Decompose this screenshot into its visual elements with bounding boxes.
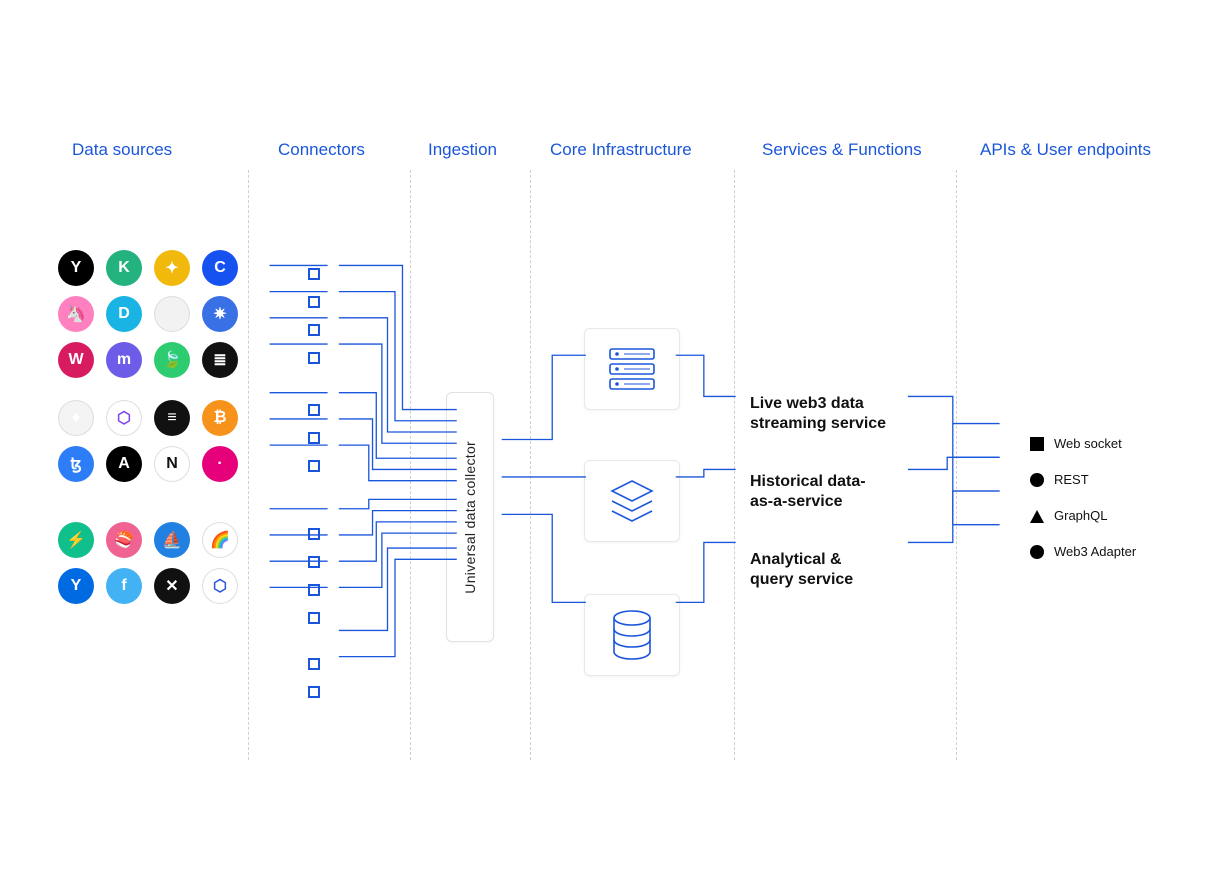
- connector-cluster-2: [308, 404, 320, 472]
- api-websocket: Web socket: [1030, 436, 1122, 451]
- circle-icon: [1030, 545, 1044, 559]
- square-icon: [1030, 437, 1044, 451]
- connector-node: [308, 658, 320, 670]
- source-opensea-icon: ⛵: [154, 522, 190, 558]
- architecture-diagram: Data sources Connectors Ingestion Core I…: [50, 140, 1178, 739]
- connector-node: [308, 686, 320, 698]
- source-group-3: ⚡ 🍣 ⛵ 🌈 Yf ✕ ⬡: [58, 522, 238, 604]
- core-layers: [584, 460, 680, 542]
- api-label: Web socket: [1054, 436, 1122, 451]
- ingestion-label: Universal data collector: [462, 441, 478, 594]
- source-near-icon: N: [154, 446, 190, 482]
- source-kucoin-icon: K: [106, 250, 142, 286]
- connector-node: [308, 296, 320, 308]
- source-uniswap-icon: 🦄: [58, 296, 94, 332]
- connector-node: [308, 352, 320, 364]
- api-label: GraphQL: [1054, 508, 1107, 523]
- divider: [248, 170, 249, 760]
- col-header-ingestion: Ingestion: [428, 140, 497, 160]
- col-header-apis: APIs & User endpoints: [980, 140, 1151, 160]
- divider: [530, 170, 531, 760]
- col-header-connectors: Connectors: [278, 140, 365, 160]
- source-algorand-icon: A: [106, 446, 142, 482]
- service-analytical: Analytical & query service: [750, 550, 853, 590]
- source-solana-icon: ≡: [154, 400, 190, 436]
- servers-icon: [606, 345, 658, 393]
- source-westpac-icon: W: [58, 342, 94, 378]
- col-header-services: Services & Functions: [762, 140, 922, 160]
- source-rainbow-icon: 🌈: [202, 522, 238, 558]
- source-coinbase-icon: C: [202, 250, 238, 286]
- service-historical: Historical data- as-a-service: [750, 472, 866, 512]
- connector-cluster-4: [308, 658, 320, 698]
- circle-icon: [1030, 473, 1044, 487]
- core-servers: [584, 328, 680, 410]
- connector-cluster-3: [308, 528, 320, 624]
- api-rest: REST: [1030, 472, 1089, 487]
- connector-node: [308, 324, 320, 336]
- source-dash-icon: D: [106, 296, 142, 332]
- connector-node: [308, 404, 320, 416]
- api-graphql: GraphQL: [1030, 508, 1107, 523]
- source-bitcoin-icon: ₿: [202, 400, 238, 436]
- connector-node: [308, 556, 320, 568]
- api-web3adapter: Web3 Adapter: [1030, 544, 1136, 559]
- core-database: [584, 594, 680, 676]
- api-label: REST: [1054, 472, 1089, 487]
- source-sushiswap-icon: 🍣: [106, 522, 142, 558]
- connector-node: [308, 460, 320, 472]
- source-leaf-icon: 🍃: [154, 342, 190, 378]
- source-binance-icon: ✦: [154, 250, 190, 286]
- service-streaming: Live web3 data streaming service: [750, 394, 886, 434]
- divider: [956, 170, 957, 760]
- api-label: Web3 Adapter: [1054, 544, 1136, 559]
- connector-node: [308, 268, 320, 280]
- source-chainlink-icon: ⬡: [202, 568, 238, 604]
- source-cosmos-icon: ✷: [202, 296, 238, 332]
- source-huobi-icon: [154, 296, 190, 332]
- connector-cluster-1: [308, 268, 320, 364]
- source-filecoin-icon: f: [106, 568, 142, 604]
- source-yearn-icon: Y: [58, 568, 94, 604]
- connector-node: [308, 432, 320, 444]
- divider: [410, 170, 411, 760]
- layers-icon: [606, 475, 658, 527]
- source-xyo-icon: Y: [58, 250, 94, 286]
- source-ripple-icon: ✕: [154, 568, 190, 604]
- ingestion-box: Universal data collector: [446, 392, 494, 642]
- connector-node: [308, 612, 320, 624]
- database-icon: [608, 608, 656, 662]
- source-group-2: ♦ ⬡ ≡ ₿ ꜩAN ·: [58, 400, 238, 482]
- triangle-icon: [1030, 509, 1044, 523]
- source-ethereum-icon: ♦: [58, 400, 94, 436]
- source-group-1: YK ✦ C 🦄 D ✷ Wm 🍃 ≣: [58, 250, 238, 378]
- source-polygon-icon: ⬡: [106, 400, 142, 436]
- col-header-core: Core Infrastructure: [550, 140, 692, 160]
- col-header-sources: Data sources: [72, 140, 172, 160]
- connector-node: [308, 584, 320, 596]
- source-tezos-icon: ꜩ: [58, 446, 94, 482]
- source-thorchain-icon: ⚡: [58, 522, 94, 558]
- connector-node: [308, 528, 320, 540]
- source-stacks-icon: ≣: [202, 342, 238, 378]
- source-kraken-icon: m: [106, 342, 142, 378]
- divider: [734, 170, 735, 760]
- source-polkadot-icon: ·: [202, 446, 238, 482]
